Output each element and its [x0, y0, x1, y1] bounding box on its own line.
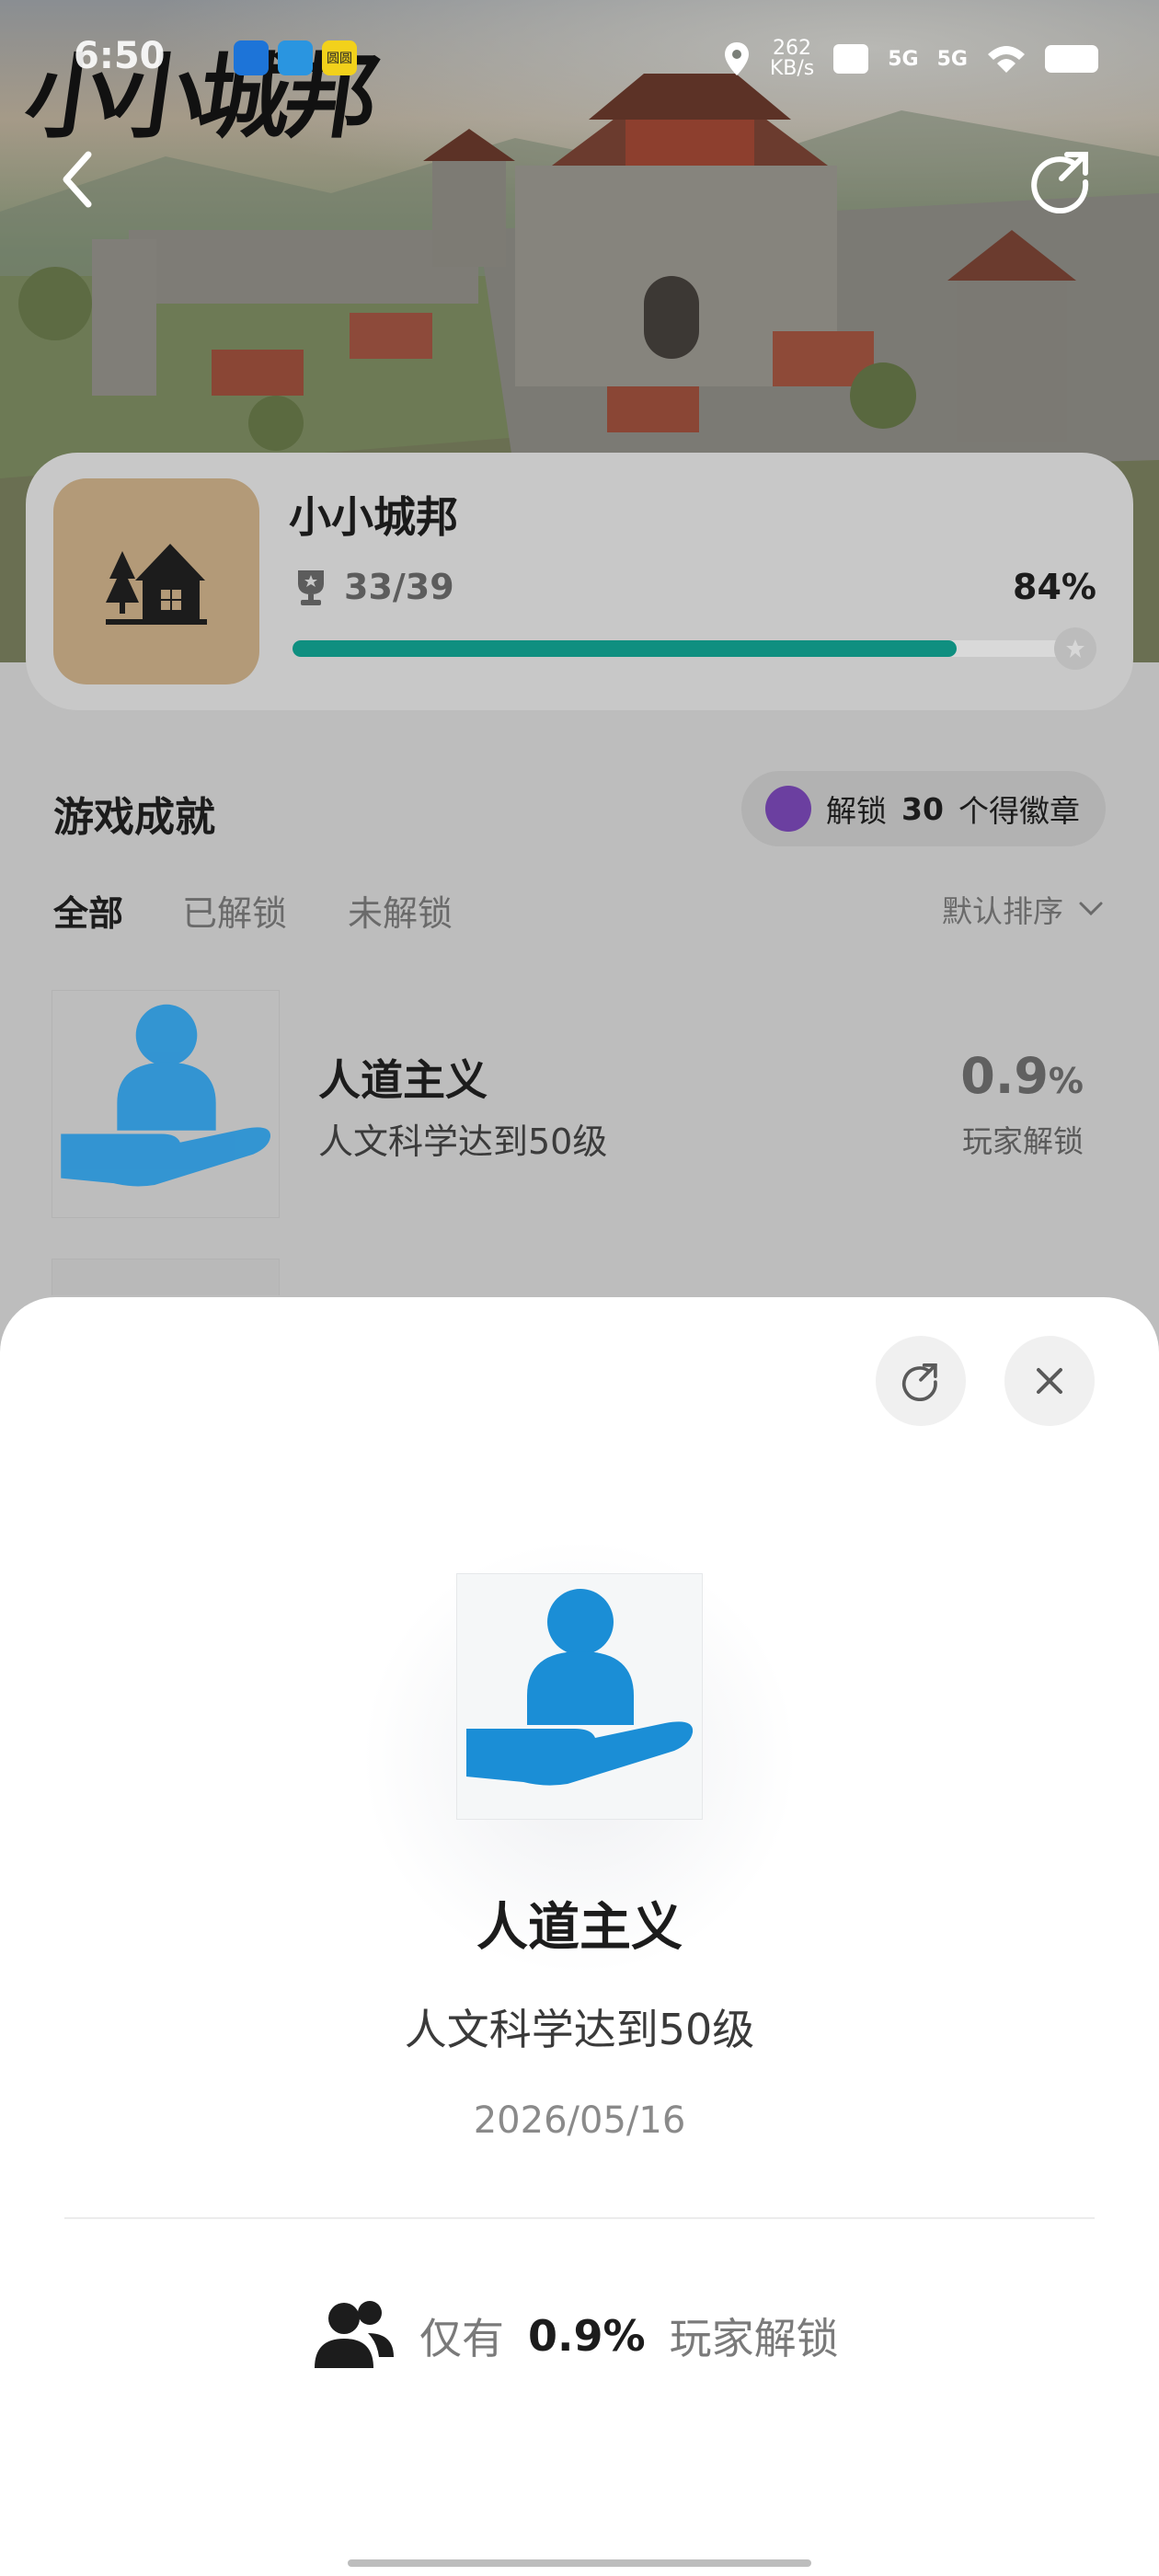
location-icon — [724, 42, 749, 75]
divider — [64, 2217, 1095, 2219]
detail-description: 人文科学达到50级 — [404, 2005, 755, 2054]
badge-pill-count: 30 — [901, 790, 944, 827]
signal-5g-2: 5G — [936, 47, 968, 71]
network-speed: 262 KB/s — [770, 39, 814, 79]
app-b-icon — [278, 40, 313, 75]
status-time: 6:50 — [74, 35, 166, 77]
trophy-icon — [298, 570, 324, 605]
tab-all[interactable]: 全部 — [53, 885, 123, 936]
close-icon — [1037, 1368, 1062, 1394]
game-summary-card[interactable]: 小小城邦 33/39 84% — [26, 453, 1133, 710]
completion-progress-bar — [293, 627, 1096, 670]
signal-5g-1: 5G — [888, 47, 919, 71]
unlock-date: 2026/05/16 — [473, 2099, 686, 2142]
share-icon[interactable] — [1028, 147, 1095, 213]
status-indicators: 262 KB/s 5G 5G — [722, 39, 1098, 79]
badge-unlock-pill[interactable]: 解锁 30 个得徽章 — [741, 771, 1106, 846]
chevron-down-icon — [1079, 902, 1103, 916]
achievement-rate-label: 玩家解锁 — [962, 1123, 1084, 1159]
share-icon — [901, 1363, 937, 1401]
sheet-close-button[interactable] — [1004, 1336, 1095, 1426]
app-c-icon: 圆圆 — [322, 40, 357, 75]
stat-value: 0.9% — [528, 2311, 646, 2361]
home-indicator[interactable] — [348, 2559, 811, 2567]
cabin-trees-icon — [106, 544, 207, 625]
game-icon — [53, 478, 259, 684]
achievement-list-item[interactable]: 人道主义 人文科学达到50级 0.9% 玩家解锁 — [52, 988, 1109, 1218]
status-bar: 6:50 圆圆 262 KB/s 5G 5G — [0, 0, 1159, 120]
humanitarian-hand-icon — [466, 1589, 694, 1786]
achievement-detail-sheet: 人道主义 人文科学达到50级 2026/05/16 仅有 0.9% 玩家解锁 — [0, 1297, 1159, 2576]
badge-icon — [765, 786, 811, 832]
achievement-count: 33/39 — [344, 567, 454, 607]
section-title: 游戏成就 — [53, 794, 215, 841]
app-a-icon — [234, 40, 269, 75]
speed-unit: KB/s — [769, 57, 815, 80]
game-name: 小小城邦 — [289, 492, 458, 542]
badge-pill-prefix: 解锁 — [826, 793, 887, 829]
achievement-large-icon — [456, 1573, 703, 1820]
achievement-thumbnail — [52, 990, 280, 1218]
badge-pill-suffix: 个得徽章 — [958, 793, 1080, 829]
stat-prefix: 仅有 — [419, 2314, 504, 2363]
next-achievement-thumbnail — [52, 1259, 280, 1295]
medal-icon — [1054, 627, 1096, 670]
humanitarian-hand-icon — [61, 1004, 271, 1187]
sort-dropdown[interactable]: 默认排序 — [942, 887, 1104, 931]
completion-progress-fill — [293, 640, 958, 657]
status-app-icons: 圆圆 — [234, 40, 357, 75]
sort-label: 默认排序 — [942, 893, 1063, 929]
sheet-share-button[interactable] — [876, 1336, 966, 1426]
tab-unlocked[interactable]: 已解锁 — [182, 885, 287, 936]
battery-icon — [1045, 45, 1098, 73]
hd-icon — [833, 44, 869, 74]
achievement-title: 人道主义 — [318, 1055, 488, 1105]
speed-value: 262 — [773, 37, 812, 60]
achievement-rate: 0.9% — [960, 1047, 1084, 1105]
wifi-icon — [988, 46, 1025, 73]
detail-title: 人道主义 — [476, 1898, 683, 1958]
unlock-rate-stat: 仅有 0.9% 玩家解锁 — [313, 2300, 839, 2372]
users-icon — [315, 2301, 394, 2368]
achievement-rate-value: 0.9 — [960, 1047, 1049, 1105]
stat-suffix: 玩家解锁 — [669, 2314, 839, 2363]
back-arrow-icon[interactable] — [55, 147, 101, 212]
tab-locked[interactable]: 未解锁 — [348, 885, 453, 936]
achievement-rate-unit: % — [1048, 1061, 1084, 1101]
achievement-desc: 人文科学达到50级 — [318, 1121, 608, 1162]
completion-percent: 84% — [1013, 567, 1096, 607]
